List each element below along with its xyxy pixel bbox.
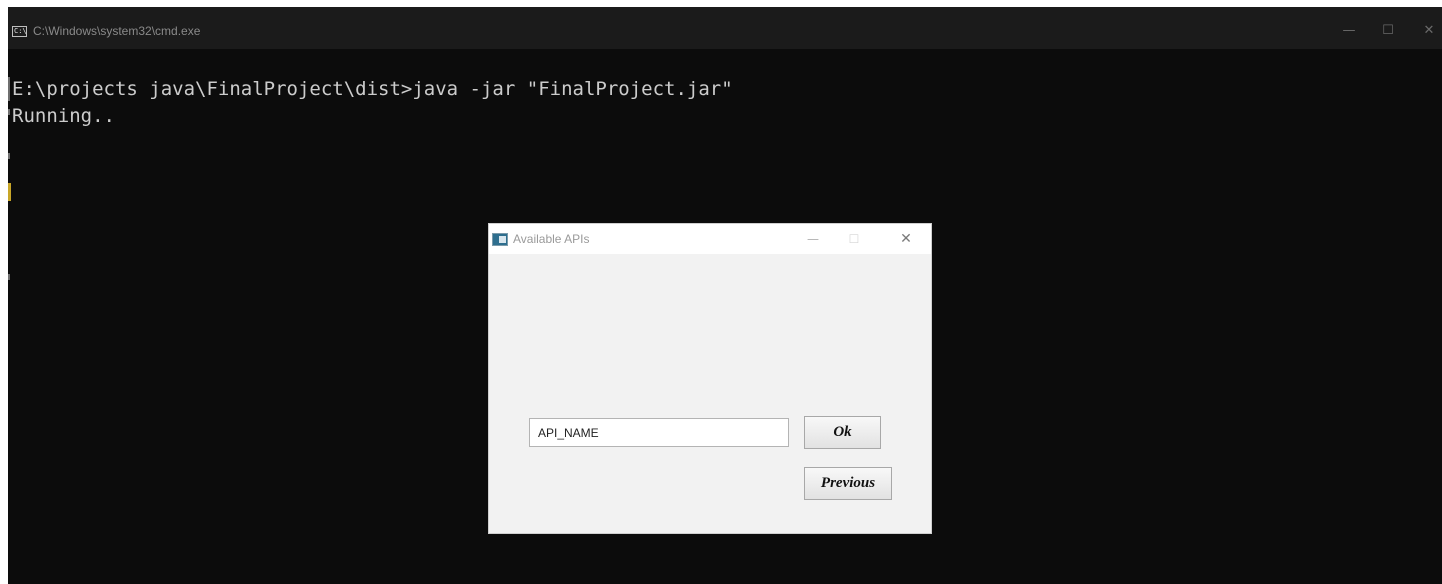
screen: C:\ C:\Windows\system32\cmd.exe — ☐ ✕ E:… <box>0 0 1442 584</box>
console-window-title: C:\Windows\system32\cmd.exe <box>33 24 201 38</box>
console-minimize-button[interactable]: — <box>1338 21 1360 41</box>
console-command-line: E:\projects java\FinalProject\dist>java … <box>12 78 733 100</box>
console-edge-mark <box>8 153 10 159</box>
previous-button[interactable]: Previous <box>804 467 892 500</box>
java-app-icon <box>492 233 508 246</box>
console-titlebar: C:\ C:\Windows\system32\cmd.exe — ☐ ✕ <box>8 7 1442 49</box>
console-close-button[interactable]: ✕ <box>1418 21 1440 41</box>
ok-button[interactable]: Ok <box>804 416 881 449</box>
console-maximize-button[interactable]: ☐ <box>1377 21 1399 41</box>
console-edge-mark <box>8 77 10 101</box>
api-name-input[interactable] <box>529 418 789 447</box>
console-edge-mark <box>8 109 10 115</box>
dialog-titlebar[interactable]: Available APIs — ☐ ✕ <box>489 224 931 254</box>
dialog-minimize-button[interactable]: — <box>803 230 823 248</box>
available-apis-dialog: Available APIs — ☐ ✕ Ok Previous <box>488 223 932 534</box>
console-cursor <box>8 183 11 201</box>
console-output-line: Running.. <box>12 105 115 127</box>
console-app-icon: C:\ <box>12 26 27 37</box>
dialog-title: Available APIs <box>513 232 590 246</box>
dialog-maximize-button[interactable]: ☐ <box>844 230 864 248</box>
dialog-close-button[interactable]: ✕ <box>896 230 916 248</box>
console-edge-mark <box>8 274 10 280</box>
